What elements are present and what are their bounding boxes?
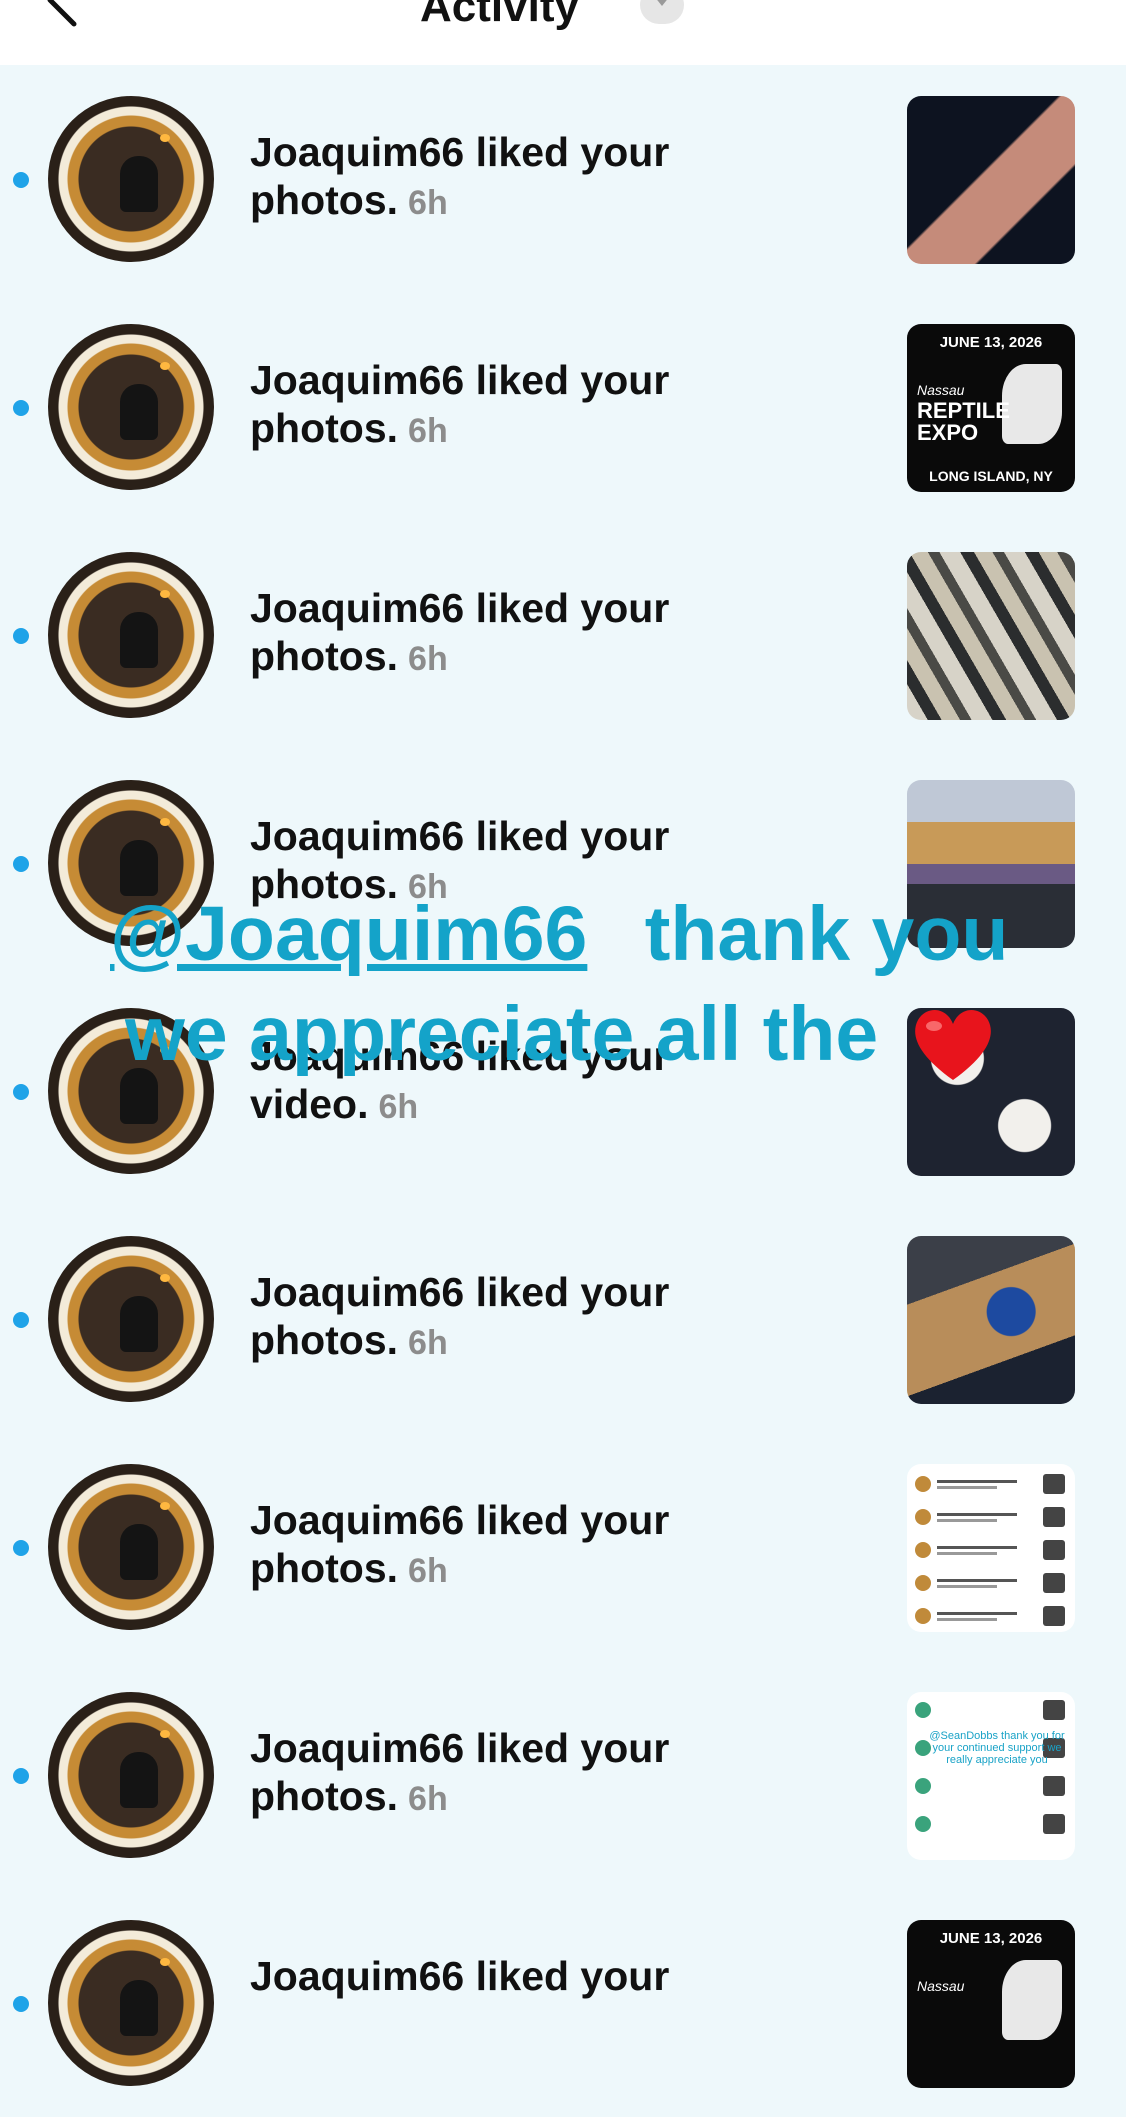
timestamp: 6h	[408, 640, 448, 678]
unread-dot	[13, 856, 29, 872]
post-thumbnail[interactable]: @SeanDobbs thank you for your continued …	[907, 1692, 1075, 1860]
notification-row[interactable]: Joaquim66 liked your JUNE 13, 2026 Nassa…	[0, 1889, 1126, 2117]
notification-text: Joaquim66 liked your photos. 6h	[250, 584, 790, 683]
snake-logo	[1002, 1960, 1062, 2040]
notification-row[interactable]: Joaquim66 liked your photos. 6h	[0, 1433, 1126, 1661]
timestamp: 6h	[408, 1324, 448, 1362]
story-caption-line-1: @Joaquim66 thank you	[110, 890, 1008, 979]
avatar[interactable]	[48, 324, 214, 490]
username[interactable]: Joaquim66	[250, 1269, 464, 1315]
notification-text: Joaquim66 liked your photos. 6h	[250, 128, 790, 227]
thumb-date: JUNE 13, 2026	[939, 1930, 1043, 1947]
notification-text: Joaquim66 liked your photos. 6h	[250, 356, 790, 455]
username[interactable]: Joaquim66	[250, 1497, 464, 1543]
thumb-title: REPTILE EXPO	[917, 398, 1010, 445]
post-thumbnail[interactable]	[907, 96, 1075, 264]
notification-text: Joaquim66 liked your	[250, 1952, 790, 2003]
avatar[interactable]	[48, 1464, 214, 1630]
caption-text: thank you	[644, 891, 1009, 977]
thumb-caption: @SeanDobbs thank you for your continued …	[929, 1730, 1065, 1766]
avatar[interactable]	[48, 96, 214, 262]
username[interactable]: Joaquim66	[250, 813, 464, 859]
thumb-name: Nassau	[917, 382, 965, 398]
username[interactable]: Joaquim66	[250, 1725, 464, 1771]
timestamp: 6h	[408, 412, 448, 450]
thumb-name: Nassau	[917, 1978, 965, 1994]
avatar[interactable]	[48, 1236, 214, 1402]
username[interactable]: Joaquim66	[250, 585, 464, 631]
post-thumbnail[interactable]	[907, 1236, 1075, 1404]
unread-dot	[13, 1540, 29, 1556]
unread-dot	[13, 172, 29, 188]
top-bar: Activity	[0, 0, 1126, 65]
notification-text: Joaquim66 liked your photos. 6h	[250, 1268, 790, 1367]
chevron-down-icon[interactable]	[640, 0, 684, 24]
username[interactable]: Joaquim66	[250, 129, 464, 175]
avatar[interactable]	[48, 1920, 214, 2086]
post-thumbnail[interactable]: JUNE 13, 2026 Nassau	[907, 1920, 1075, 2088]
back-arrow-icon[interactable]	[44, 0, 84, 30]
notification-row[interactable]: Joaquim66 liked your photos. 6h JUNE 13, …	[0, 293, 1126, 521]
thumb-location: LONG ISLAND, NY	[929, 468, 1053, 484]
notification-text: Joaquim66 liked your photos. 6h	[250, 1724, 790, 1823]
notification-row[interactable]: Joaquim66 liked your photos. 6h	[0, 1205, 1126, 1433]
username[interactable]: Joaquim66	[250, 1953, 464, 1999]
notification-row[interactable]: Joaquim66 liked your photos. 6h	[0, 65, 1126, 293]
action-text: liked your	[475, 1953, 670, 1999]
unread-dot	[13, 1084, 29, 1100]
story-caption-line-2: we appreciate all the	[125, 991, 879, 1077]
notification-row[interactable]: Joaquim66 liked your photos. 6h	[0, 521, 1126, 749]
avatar[interactable]	[48, 1692, 214, 1858]
page-title: Activity	[420, 0, 579, 31]
thumb-date: JUNE 13, 2026	[939, 334, 1043, 351]
username[interactable]: Joaquim66	[250, 357, 464, 403]
timestamp: 6h	[408, 1780, 448, 1818]
notification-text: Joaquim66 liked your photos. 6h	[250, 1496, 790, 1595]
unread-dot	[13, 400, 29, 416]
notification-row[interactable]: Joaquim66 liked your photos. 6h @SeanDobb…	[0, 1661, 1126, 1889]
red-heart-icon	[915, 1009, 991, 1080]
unread-dot	[13, 628, 29, 644]
post-thumbnail[interactable]: JUNE 13, 2026 Nassau REPTILE EXPO LONG I…	[907, 324, 1075, 492]
timestamp: 6h	[378, 1088, 419, 1126]
unread-dot	[13, 1312, 29, 1328]
post-thumbnail[interactable]	[907, 1464, 1075, 1632]
unread-dot	[13, 1996, 29, 2012]
unread-dot	[13, 1768, 29, 1784]
avatar[interactable]	[48, 552, 214, 718]
post-thumbnail[interactable]	[907, 552, 1075, 720]
timestamp: 6h	[408, 184, 448, 222]
mention-link[interactable]: @Joaquim66	[110, 891, 587, 977]
timestamp: 6h	[408, 1552, 448, 1590]
